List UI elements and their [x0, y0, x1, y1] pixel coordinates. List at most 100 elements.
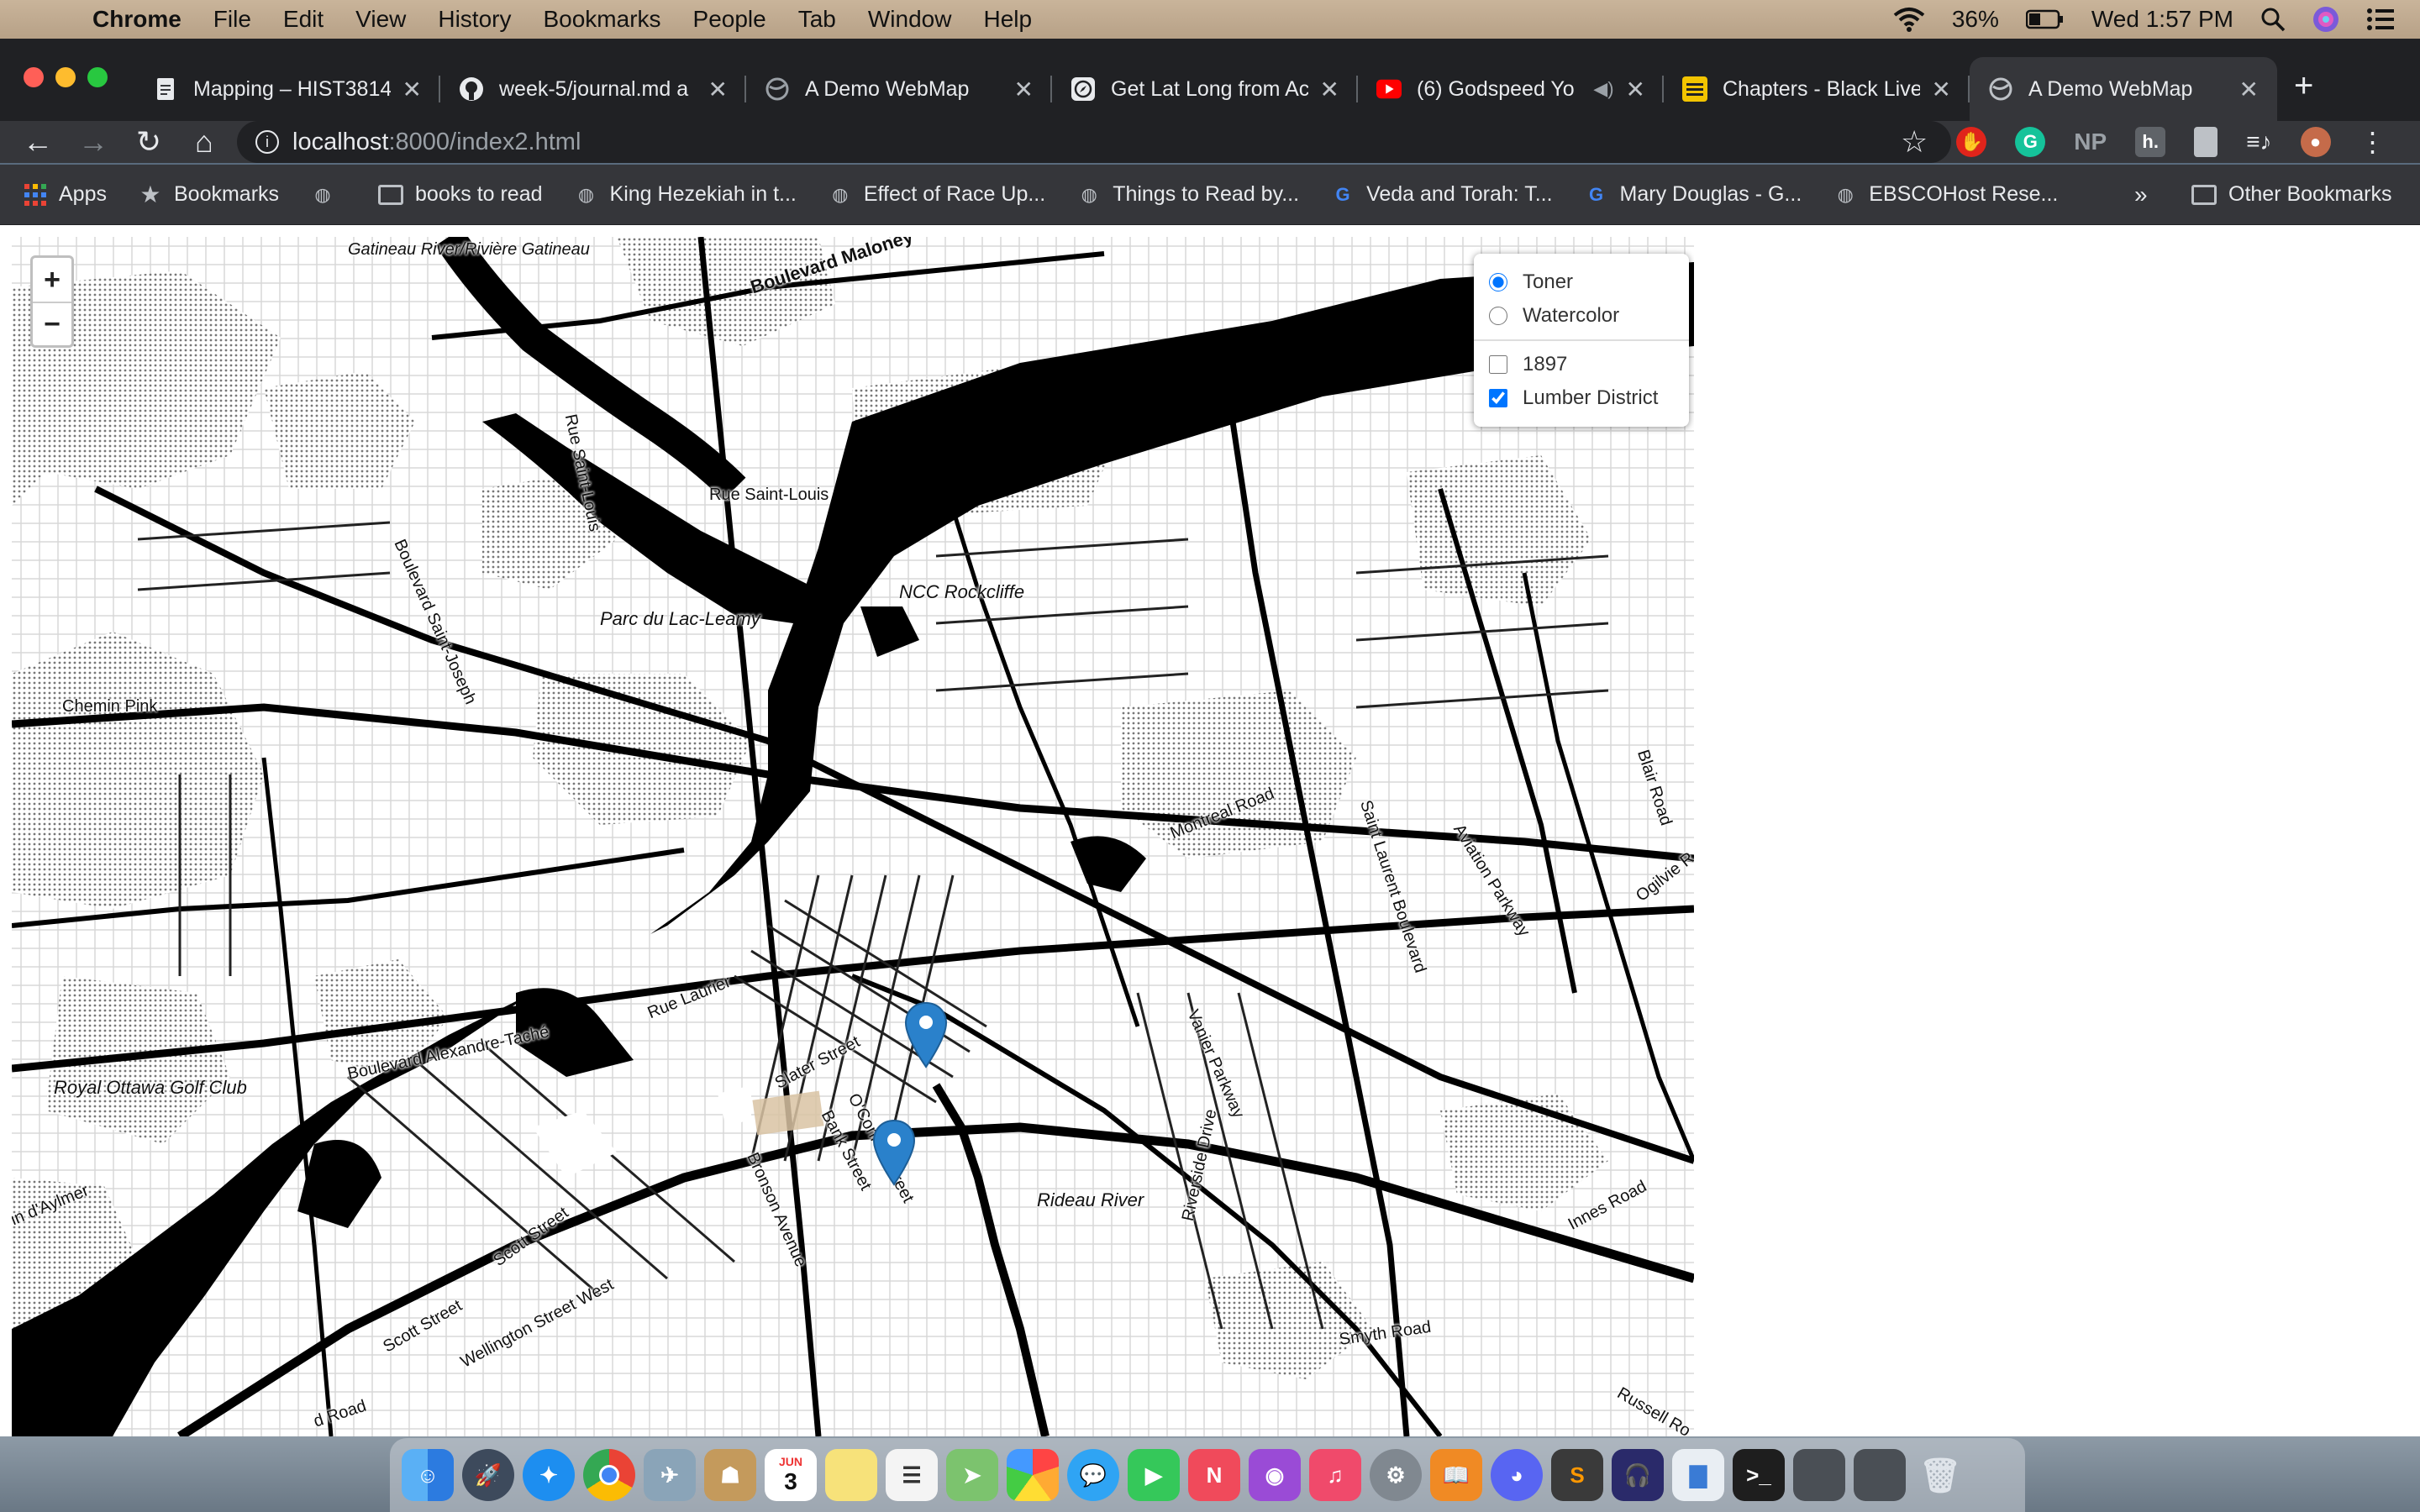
- menu-history[interactable]: History: [438, 6, 511, 33]
- sublime-text-icon[interactable]: S: [1551, 1449, 1603, 1501]
- home-icon[interactable]: ⌂: [176, 124, 232, 160]
- bookmark-veda-and-torah[interactable]: G Veda and Torah: T...: [1331, 182, 1553, 207]
- menu-file[interactable]: File: [213, 6, 251, 33]
- tab-week5-journal[interactable]: week-5/journal.md a ✕: [440, 57, 746, 121]
- map-marker-pin-icon[interactable]: [872, 1119, 916, 1186]
- more-bookmarks-chevron-icon[interactable]: »: [2134, 181, 2148, 208]
- reminders-icon[interactable]: ☰: [886, 1449, 938, 1501]
- chrome-icon[interactable]: [583, 1449, 635, 1501]
- charts-app-icon[interactable]: ▇: [1672, 1449, 1724, 1501]
- tab-mapping-hist3814[interactable]: Mapping – HIST3814 ✕: [134, 57, 440, 121]
- hypothesis-extension-icon[interactable]: h.: [2135, 127, 2166, 157]
- new-tab-button[interactable]: +: [2294, 67, 2313, 105]
- close-tab-icon[interactable]: ✕: [1320, 76, 1339, 103]
- window-zoom-button[interactable]: [87, 67, 108, 87]
- bookmark-effect-of-race[interactable]: ◍ Effect of Race Up...: [829, 182, 1045, 207]
- reload-icon[interactable]: ↻: [121, 124, 176, 160]
- news-icon[interactable]: N: [1188, 1449, 1240, 1501]
- site-info-icon[interactable]: i: [255, 130, 279, 154]
- preview-icon[interactable]: ✈: [644, 1449, 696, 1501]
- document-extension-icon[interactable]: [2194, 127, 2218, 157]
- menu-bookmarks[interactable]: Bookmarks: [543, 6, 660, 33]
- tab-demo-webmap-active[interactable]: A Demo WebMap ✕: [1970, 57, 2277, 121]
- bookmark-star-icon[interactable]: ☆: [1901, 124, 1928, 160]
- terminal-icon[interactable]: >_: [1733, 1449, 1785, 1501]
- close-tab-icon[interactable]: ✕: [1014, 76, 1034, 103]
- spotlight-search-icon[interactable]: [2260, 7, 2286, 32]
- overlay-lumber-district[interactable]: Lumber District: [1489, 381, 1674, 415]
- facetime-icon[interactable]: ▶: [1128, 1449, 1180, 1501]
- menu-view[interactable]: View: [355, 6, 406, 33]
- maps-icon[interactable]: ➤: [946, 1449, 998, 1501]
- notification-center-icon[interactable]: [2366, 8, 2395, 31]
- system-preferences-icon[interactable]: ⚙: [1370, 1449, 1422, 1501]
- finder-icon[interactable]: ☺: [402, 1449, 454, 1501]
- contacts-icon[interactable]: ☗: [704, 1449, 756, 1501]
- overlay-1897-checkbox[interactable]: [1489, 355, 1507, 374]
- bookmark-king-hezekiah[interactable]: ◍ King Hezekiah in t...: [575, 182, 797, 207]
- bookmark-globe[interactable]: ◍: [311, 183, 346, 207]
- grammarly-extension-icon[interactable]: G: [2015, 127, 2046, 157]
- close-tab-icon[interactable]: ✕: [708, 76, 728, 103]
- window-minimize-button[interactable]: [55, 67, 76, 87]
- music-icon[interactable]: ♫: [1309, 1449, 1361, 1501]
- tab-demo-webmap[interactable]: A Demo WebMap ✕: [746, 57, 1052, 121]
- bookmark-books-to-read[interactable]: books to read: [378, 182, 543, 207]
- menu-edit[interactable]: Edit: [283, 6, 324, 33]
- overlay-lumber-district-checkbox[interactable]: [1489, 389, 1507, 407]
- audio-app-icon[interactable]: 🎧: [1612, 1449, 1664, 1501]
- base-layer-toner[interactable]: Toner: [1489, 265, 1674, 299]
- battery-icon[interactable]: [2025, 9, 2065, 29]
- podcasts-icon[interactable]: ◉: [1249, 1449, 1301, 1501]
- bookmark-mary-douglas[interactable]: G Mary Douglas - G...: [1585, 182, 1802, 207]
- bookmark-bookmarks[interactable]: ★ Bookmarks: [139, 181, 279, 207]
- wifi-icon[interactable]: [1893, 7, 1925, 32]
- notes-icon[interactable]: [825, 1449, 877, 1501]
- minimized-chrome-window-icon[interactable]: [1793, 1449, 1845, 1501]
- menubar-clock[interactable]: Wed 1:57 PM: [2091, 6, 2233, 33]
- toner-radio[interactable]: [1489, 273, 1507, 291]
- audio-playing-icon[interactable]: ◀): [1593, 78, 1613, 100]
- tab-youtube-godspeed[interactable]: (6) Godspeed Yo ◀) ✕: [1358, 57, 1664, 121]
- siri-icon[interactable]: [2312, 6, 2339, 33]
- forward-arrow-icon[interactable]: →: [66, 124, 121, 160]
- menu-window[interactable]: Window: [868, 6, 952, 33]
- adblock-extension-icon[interactable]: ✋: [1956, 127, 1987, 157]
- bookmark-things-to-read[interactable]: ◍ Things to Read by...: [1077, 182, 1299, 207]
- close-tab-icon[interactable]: ✕: [2239, 76, 2259, 103]
- profile-avatar[interactable]: ●: [2300, 127, 2331, 157]
- books-icon[interactable]: 📖: [1430, 1449, 1482, 1501]
- back-arrow-icon[interactable]: ←: [10, 124, 66, 160]
- np-extension-icon[interactable]: NP: [2074, 129, 2107, 155]
- menu-app-name[interactable]: Chrome: [92, 6, 182, 33]
- bookmark-apps[interactable]: Apps: [24, 182, 107, 207]
- photos-icon[interactable]: [1007, 1449, 1059, 1501]
- messages-icon[interactable]: 💬: [1067, 1449, 1119, 1501]
- minimized-chrome-window-icon[interactable]: [1854, 1449, 1906, 1501]
- leaflet-map[interactable]: Gatineau River/Rivière Gatineau Boulevar…: [12, 237, 1694, 1436]
- watercolor-radio[interactable]: [1489, 307, 1507, 325]
- chrome-menu-icon[interactable]: ⋮: [2360, 126, 2386, 158]
- menu-people[interactable]: People: [693, 6, 766, 33]
- close-tab-icon[interactable]: ✕: [402, 76, 422, 103]
- overlay-1897[interactable]: 1897: [1489, 348, 1674, 381]
- base-layer-watercolor[interactable]: Watercolor: [1489, 299, 1674, 333]
- calendar-icon[interactable]: JUN 3: [765, 1449, 817, 1501]
- tab-chapters-black-lives[interactable]: Chapters - Black Live ✕: [1664, 57, 1970, 121]
- map-marker-pin-icon[interactable]: [904, 1001, 948, 1068]
- tab-get-lat-long[interactable]: Get Lat Long from Ac ✕: [1052, 57, 1358, 121]
- close-tab-icon[interactable]: ✕: [1932, 76, 1951, 103]
- bookmark-ebscohost[interactable]: ◍ EBSCOHost Rese...: [1833, 182, 2059, 207]
- discord-icon[interactable]: ◕: [1491, 1449, 1543, 1501]
- close-tab-icon[interactable]: ✕: [1626, 76, 1645, 103]
- bookmark-other-bookmarks[interactable]: Other Bookmarks: [2191, 182, 2392, 207]
- trash-icon[interactable]: 🗑: [1914, 1449, 1966, 1501]
- media-controls-icon[interactable]: ≡♪: [2246, 129, 2271, 155]
- zoom-in-button[interactable]: +: [33, 258, 71, 302]
- menu-tab[interactable]: Tab: [798, 6, 836, 33]
- menu-help[interactable]: Help: [983, 6, 1032, 33]
- window-close-button[interactable]: [24, 67, 44, 87]
- address-bar[interactable]: i localhost:8000/index2.html: [237, 121, 1951, 163]
- launchpad-icon[interactable]: 🚀: [462, 1449, 514, 1501]
- safari-icon[interactable]: ✦: [523, 1449, 575, 1501]
